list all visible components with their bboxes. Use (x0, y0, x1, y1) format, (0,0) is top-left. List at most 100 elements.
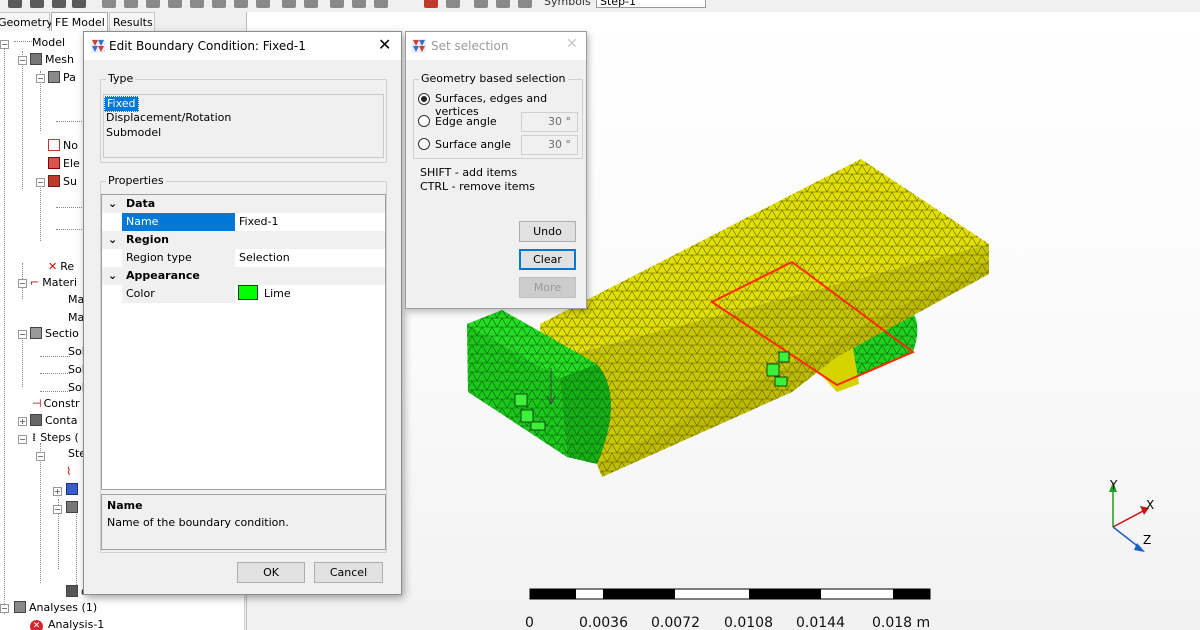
color-value-cell[interactable]: Lime (236, 285, 385, 303)
tool-icon[interactable] (282, 0, 296, 8)
undo-button[interactable]: Undo (519, 221, 576, 242)
tree-bc-group[interactable] (66, 483, 81, 497)
main-toolbar: Symbols Step-1 (0, 0, 1200, 12)
tool-icon[interactable] (304, 0, 318, 8)
property-row-color[interactable]: Color Lime (102, 285, 385, 303)
type-option-fixed[interactable]: Fixed (104, 96, 139, 112)
tree-mesh[interactable]: Mesh (30, 53, 74, 67)
tab-results[interactable]: Results (109, 12, 155, 31)
zoom-icon[interactable] (102, 0, 116, 8)
type-option-displacement[interactable]: Displacement/Rotation (106, 111, 231, 125)
expand-toggle[interactable]: + (53, 487, 62, 496)
tool-icon[interactable] (212, 0, 226, 8)
tool-icon[interactable] (256, 0, 270, 8)
dialog-titlebar[interactable]: Edit Boundary Condition: Fixed-1 ✕ (84, 32, 401, 60)
scale-label-4: 0.0144 (796, 615, 845, 630)
tool-icon[interactable] (30, 0, 44, 8)
material-curve-icon: ⌐ (30, 276, 40, 289)
tree-materials[interactable]: ⌐ Materi (30, 276, 77, 290)
step-select[interactable]: Step-1 (596, 0, 706, 8)
color-key: Color (122, 285, 235, 303)
tab-fe-model[interactable]: FE Model (51, 12, 108, 31)
tree-material-1[interactable]: Ma (68, 293, 84, 307)
collapse-icon: ⌄ (108, 269, 118, 282)
property-row-region-type[interactable]: Region type Selection (102, 249, 385, 267)
expand-toggle[interactable]: − (36, 178, 45, 187)
tree-reference-points[interactable]: ✕ Re (48, 260, 74, 274)
category-data[interactable]: ⌄ Data (102, 195, 385, 213)
radio-edge-angle[interactable] (418, 115, 430, 127)
tree-contacts[interactable]: Conta (30, 414, 77, 428)
selection-titlebar[interactable]: Set selection ✕ (406, 32, 586, 60)
tool-icon[interactable] (496, 0, 510, 8)
tool-icon[interactable] (234, 0, 248, 8)
tool-icon[interactable] (146, 0, 160, 8)
tree-analyses[interactable]: Analyses (1) (14, 601, 97, 615)
expand-toggle[interactable]: − (0, 40, 9, 49)
expand-toggle[interactable]: − (18, 279, 27, 288)
tree-material-2[interactable]: Ma (68, 311, 84, 325)
expand-toggle[interactable]: − (36, 452, 45, 461)
tool-icon[interactable] (446, 0, 460, 8)
history-output-icon: ⌇ (66, 465, 72, 478)
more-button[interactable]: More (519, 277, 576, 298)
contact-icon (30, 414, 42, 426)
tree-sections[interactable]: Sectio (30, 327, 79, 341)
expand-toggle[interactable]: − (36, 74, 45, 83)
category-appearance[interactable]: ⌄ Appearance (102, 267, 385, 285)
load-icon (66, 585, 78, 597)
expand-toggle[interactable]: − (18, 56, 27, 65)
tool-icon[interactable] (352, 0, 366, 8)
tree-element-sets[interactable]: Ele (48, 157, 80, 171)
tree-surfaces[interactable]: Su (48, 175, 77, 189)
expand-toggle[interactable]: − (53, 505, 62, 514)
type-option-submodel[interactable]: Submodel (106, 126, 161, 140)
tool-icon[interactable] (52, 0, 66, 8)
node-set-icon (48, 139, 60, 151)
tool-icon[interactable] (518, 0, 532, 8)
tree-step-history[interactable]: ⌇ (66, 465, 71, 479)
tree-analysis-1[interactable]: ✕ Analysis-1 (30, 618, 104, 630)
tool-icon[interactable] (330, 0, 344, 8)
edge-angle-input[interactable]: 30 ° (521, 112, 578, 132)
tree-model[interactable]: Model (14, 36, 65, 50)
tree-steps[interactable]: ⁞ Steps ( (32, 431, 79, 445)
tree-parts[interactable]: Pa (48, 71, 76, 85)
tool-icon[interactable] (168, 0, 182, 8)
tool-icon[interactable] (424, 0, 438, 8)
tool-icon[interactable] (124, 0, 138, 8)
tool-icon[interactable] (72, 0, 86, 8)
expand-toggle[interactable]: − (18, 330, 27, 339)
ok-button[interactable]: OK (237, 562, 305, 583)
geometry-legend: Geometry based selection (419, 72, 568, 85)
name-value[interactable]: Fixed-1 (236, 213, 385, 231)
clear-button[interactable]: Clear (519, 249, 576, 270)
tab-geometry[interactable]: Geometry (0, 12, 53, 31)
set-selection-dialog: Set selection ✕ Geometry based selection… (405, 31, 587, 309)
radio-surface-angle[interactable] (418, 138, 430, 150)
scale-label-0: 0 (525, 615, 534, 630)
tree-steps-label: Steps ( (40, 431, 79, 444)
tool-icon[interactable] (8, 0, 22, 8)
radio-surfaces-edges-vertices[interactable] (418, 93, 430, 105)
expand-toggle[interactable]: + (18, 417, 27, 426)
category-region[interactable]: ⌄ Region (102, 231, 385, 249)
region-type-value[interactable]: Selection (236, 249, 385, 267)
tool-icon[interactable] (374, 0, 388, 8)
tool-icon[interactable] (190, 0, 204, 8)
tree-material-2-label: Ma (68, 311, 85, 324)
surface-angle-input[interactable]: 30 ° (521, 135, 578, 155)
expand-toggle[interactable]: − (18, 435, 27, 444)
cancel-button[interactable]: Cancel (314, 562, 383, 583)
close-icon[interactable]: ✕ (566, 36, 578, 52)
property-row-name[interactable]: Name Fixed-1 (102, 213, 385, 231)
expand-toggle[interactable]: − (0, 604, 9, 613)
dialog-title: Edit Boundary Condition: Fixed-1 (109, 39, 306, 53)
tree-node-sets[interactable]: No (48, 139, 78, 153)
collapse-icon: ⌄ (108, 197, 118, 210)
tool-icon[interactable] (474, 0, 488, 8)
close-icon[interactable]: ✕ (378, 35, 391, 54)
tree-constraints[interactable]: ⊣ Constr (32, 397, 80, 411)
tree-loads-group[interactable] (66, 501, 81, 515)
app-icon (412, 39, 426, 53)
